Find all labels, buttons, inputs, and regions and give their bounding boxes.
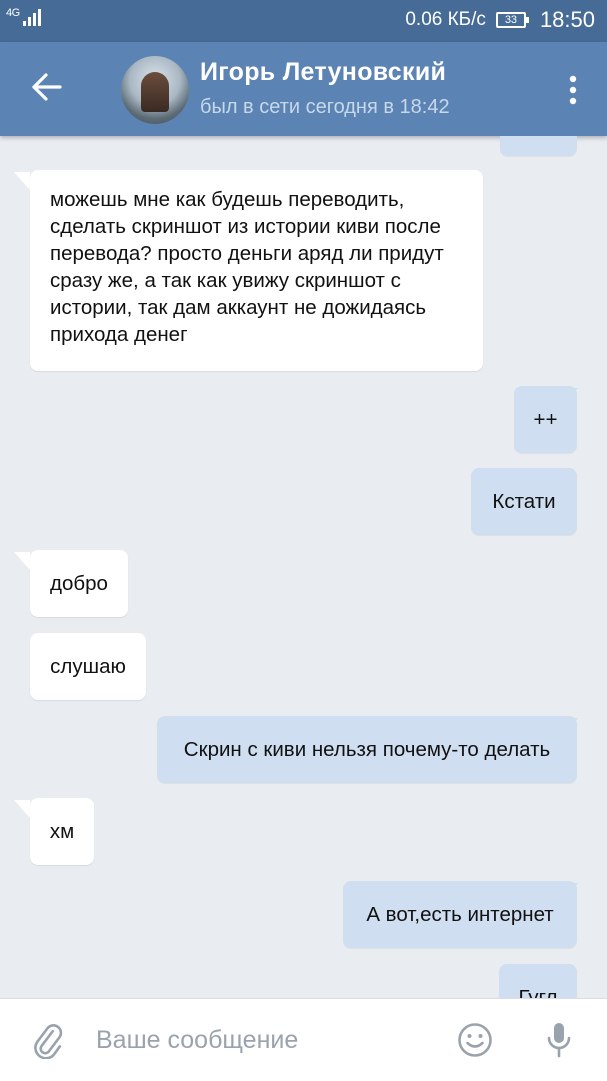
message-bubble[interactable]: А вот,есть интернет (343, 881, 577, 948)
arrow-left-icon (32, 73, 62, 101)
paperclip-icon (34, 1024, 63, 1060)
message-text: Скрин с киви нельзя почему-то делать (183, 738, 551, 761)
battery-icon: 33 (495, 12, 529, 28)
data-speed: 0.06 КБ/с (405, 9, 486, 30)
message-bubble[interactable]: хм (30, 798, 94, 865)
back-button[interactable] (22, 62, 72, 112)
message-bubble[interactable]: Гугл (499, 964, 577, 998)
message-bubble[interactable]: можешь мне как будешь переводить, сделат… (30, 170, 483, 371)
more-vertical-icon (569, 75, 577, 105)
message-composer (0, 998, 607, 1081)
message-list[interactable]: можешь мне как будешь переводить, сделат… (0, 136, 607, 998)
message-bubble[interactable]: Кстати (471, 468, 577, 535)
clock: 18:50 (539, 7, 595, 32)
menu-button[interactable] (563, 70, 583, 110)
attach-button[interactable] (30, 1023, 66, 1060)
message-text: хм (49, 820, 75, 843)
message-text: Гугл (518, 986, 558, 998)
message-text: ++ (533, 408, 558, 431)
microphone-icon (547, 1023, 571, 1058)
message-input[interactable] (96, 1019, 426, 1061)
voice-message-button[interactable] (544, 1021, 574, 1059)
message-text: Кстати (492, 490, 556, 513)
signal-icon (22, 8, 41, 26)
emoji-button[interactable] (456, 1021, 494, 1059)
network-type: 4G (6, 7, 20, 19)
message-text: А вот,есть интернет (366, 903, 554, 926)
message-bubble[interactable]: Скрин с киви нельзя почему-то делать (157, 716, 577, 783)
avatar[interactable] (121, 56, 189, 124)
emoji-icon (458, 1023, 492, 1057)
message-text: слушаю (50, 655, 126, 678)
contact-status: был в сети сегодня в 18:42 (200, 96, 450, 118)
message-bubble[interactable]: слушаю (30, 633, 146, 700)
message-bubble[interactable]: добро (30, 550, 128, 617)
status-bar: 4G 0.06 КБ/с 33 18:50 (0, 0, 607, 42)
battery-level: 33 (504, 14, 518, 26)
network-indicator: 4G (6, 8, 41, 26)
message-text: можешь мне как будешь переводить, сделат… (50, 188, 444, 346)
contact-name[interactable]: Игорь Летуновский (200, 58, 446, 87)
chat-header: Игорь Летуновский был в сети сегодня в 1… (0, 42, 607, 136)
message-partial (500, 136, 577, 156)
message-bubble[interactable]: ++ (514, 386, 577, 453)
message-text: добро (50, 572, 108, 595)
